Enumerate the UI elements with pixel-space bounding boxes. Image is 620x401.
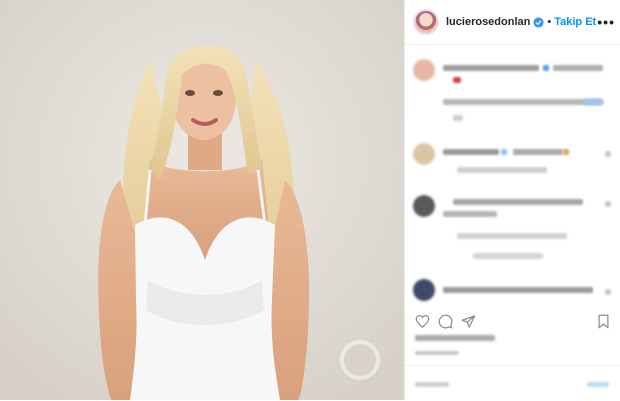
likes-count-redacted — [415, 335, 495, 341]
post-date-redacted — [415, 351, 459, 355]
comment-redacted — [443, 287, 593, 293]
post-actions — [405, 307, 620, 335]
heart-icon[interactable] — [605, 201, 611, 207]
list-item — [413, 143, 613, 187]
avatar[interactable] — [413, 143, 435, 165]
bookmark-icon[interactable] — [596, 314, 611, 329]
instagram-post: lucierosedonlan • Takip Et ••• — [0, 0, 620, 400]
comment-redacted — [501, 149, 507, 155]
post-photo-image — [0, 0, 404, 400]
avatar[interactable] — [413, 279, 435, 301]
comment-redacted — [443, 99, 603, 105]
follow-button[interactable]: Takip Et — [554, 16, 596, 28]
add-comment-bar — [405, 365, 620, 401]
comment-redacted — [443, 149, 499, 155]
header-separator: • — [547, 16, 552, 28]
comment-redacted — [553, 65, 603, 71]
more-options-icon[interactable]: ••• — [597, 14, 615, 30]
list-item — [413, 279, 613, 305]
comment-redacted — [443, 65, 539, 71]
comment-redacted — [453, 199, 583, 205]
comment-redacted — [443, 211, 497, 217]
post-photo — [0, 0, 404, 400]
avatar[interactable] — [413, 9, 439, 35]
share-icon[interactable] — [461, 314, 476, 329]
heart-icon[interactable] — [415, 314, 430, 329]
post-side-panel: lucierosedonlan • Takip Et ••• — [404, 0, 620, 400]
comment-redacted — [583, 99, 603, 105]
post-comment-button[interactable] — [587, 382, 609, 387]
comment-icon[interactable] — [438, 314, 453, 329]
list-item — [413, 195, 613, 265]
avatar[interactable] — [413, 59, 435, 81]
comment-input[interactable] — [415, 382, 449, 387]
comment-redacted — [543, 65, 549, 71]
comments-list — [405, 45, 620, 307]
heart-icon[interactable] — [605, 151, 611, 157]
comment-redacted — [457, 233, 567, 239]
comment-redacted — [453, 77, 461, 83]
heart-icon[interactable] — [605, 289, 611, 295]
verified-badge-icon — [533, 16, 544, 28]
list-item — [413, 59, 613, 129]
avatar[interactable] — [413, 195, 435, 217]
comment-redacted — [453, 115, 463, 121]
comment-redacted — [563, 149, 569, 155]
comment-redacted — [473, 253, 543, 259]
comment-redacted — [513, 149, 563, 155]
post-header: lucierosedonlan • Takip Et ••• — [405, 0, 620, 45]
username[interactable]: lucierosedonlan — [446, 16, 530, 28]
comment-redacted — [457, 167, 547, 173]
